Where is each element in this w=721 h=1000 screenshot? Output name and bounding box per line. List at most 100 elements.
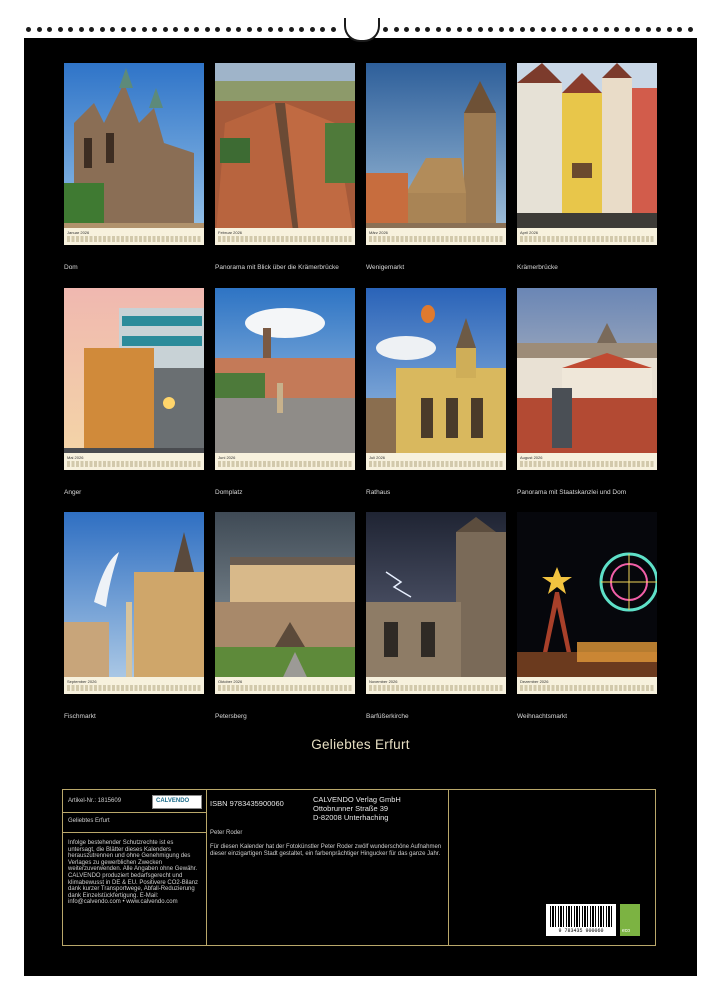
article-number: Artikel-Nr.: 1815609	[68, 798, 122, 804]
publisher-line-3: D-82008 Unterhaching	[313, 813, 389, 822]
calendar-strip: Juli 2026	[366, 453, 506, 470]
binding-hole	[593, 27, 598, 32]
day-grid	[520, 236, 654, 242]
row-divider	[63, 832, 206, 833]
caption-11: Barfüßerkirche	[366, 713, 409, 720]
binding-hole	[299, 27, 304, 32]
calvendo-logo: CALVENDO	[152, 795, 202, 809]
binding-hole	[225, 27, 231, 32]
photo-panorama-staatskanzlei: August 2026	[517, 288, 657, 470]
binding-hole	[425, 27, 430, 32]
binding-hole	[26, 27, 31, 32]
description: Für diesen Kalender hat der Fotokünstler…	[210, 844, 442, 858]
photo-barfuesserkirche: November 2026	[366, 512, 506, 694]
calendar-strip: Juni 2026	[215, 453, 355, 470]
column-divider	[448, 790, 449, 945]
calendar-strip: März 2026	[366, 228, 506, 245]
caption-2: Panorama mit Blick über die Krämerbrücke	[215, 264, 339, 271]
binding-hole	[677, 27, 682, 32]
binding-hole	[236, 27, 241, 32]
binding-hole	[446, 27, 451, 32]
barcode-bars	[550, 906, 612, 927]
month-label: Mai 2026	[67, 455, 84, 460]
month-label: September 2026	[67, 679, 97, 684]
binding-hole	[540, 27, 546, 32]
photo-kraemerbruecke: April 2026	[517, 63, 657, 245]
day-grid	[520, 461, 654, 467]
binding-hole	[141, 27, 147, 32]
caption-8: Panorama mit Staatskanzlei und Dom	[517, 489, 627, 496]
caption-12: Weihnachtsmarkt	[517, 713, 568, 720]
eco-leaf-icon: eco	[620, 904, 640, 936]
binding-hole	[215, 27, 220, 32]
caption-9: Fischmarkt	[64, 713, 96, 720]
binding-hole	[467, 27, 472, 32]
binding-hole	[656, 27, 661, 32]
binding-hole	[530, 27, 535, 32]
caption-5: Anger	[64, 489, 82, 496]
binding-hole	[309, 27, 315, 32]
publisher-line-1: CALVENDO Verlag GmbH	[313, 795, 401, 804]
column-divider	[206, 790, 207, 945]
binding-hole	[257, 27, 262, 32]
binding-hole	[393, 27, 399, 32]
day-grid	[67, 461, 201, 467]
day-grid	[67, 685, 201, 691]
photo-wenigemarkt: März 2026	[366, 63, 506, 245]
calendar-strip: Mai 2026	[64, 453, 204, 470]
binding-hole	[572, 27, 577, 32]
photo-anger: Mai 2026	[64, 288, 204, 470]
caption-1: Dom	[64, 264, 78, 271]
binding-hole	[404, 27, 409, 32]
binding-hole	[78, 27, 84, 32]
barcode: 9 783435 900060	[546, 904, 616, 936]
binding-hole	[194, 27, 199, 32]
short-title: Geliebtes Erfurt	[68, 818, 110, 824]
binding-hole	[288, 27, 294, 32]
calendar-strip: Dezember 2026	[517, 677, 657, 694]
binding-hole	[456, 27, 462, 32]
binding-hole	[152, 27, 157, 32]
binding-hole	[561, 27, 567, 32]
binding-hole	[246, 27, 252, 32]
legal-text: Infolge bestehender Schutzrechte ist es …	[68, 840, 199, 906]
month-label: Oktober 2026	[218, 679, 243, 684]
binding-hole	[414, 27, 420, 32]
binding-hole	[477, 27, 483, 32]
day-grid	[218, 685, 352, 691]
calendar-strip: April 2026	[517, 228, 657, 245]
binding-hole	[666, 27, 672, 32]
month-label: Januar 2026	[67, 230, 90, 235]
binding-hole	[603, 27, 609, 32]
binding-hole	[173, 27, 178, 32]
binding-hole	[183, 27, 189, 32]
calendar-strip: Oktober 2026	[215, 677, 355, 694]
month-label: Juli 2026	[369, 455, 386, 460]
binding-hole	[687, 27, 693, 32]
calendar-strip: Januar 2026	[64, 228, 204, 245]
caption-6: Domplatz	[215, 489, 243, 496]
binding-hole	[36, 27, 42, 32]
binding-hole	[635, 27, 640, 32]
caption-4: Krämerbrücke	[517, 264, 558, 271]
binding-hole	[57, 27, 63, 32]
binding-hole	[383, 27, 388, 32]
month-label: April 2026	[520, 230, 539, 235]
calendar-strip: September 2026	[64, 677, 204, 694]
binding-hole	[204, 27, 210, 32]
binding-hole	[68, 27, 73, 32]
binding-hole	[435, 27, 441, 32]
photo-weihnachtsmarkt: Dezember 2026	[517, 512, 657, 694]
month-label: November 2026	[369, 679, 398, 684]
calendar-title: Geliebtes Erfurt	[311, 737, 410, 752]
calendar-strip: August 2026	[517, 453, 657, 470]
binding-hole	[47, 27, 52, 32]
binding-hole	[614, 27, 619, 32]
caption-3: Wenigemarkt	[366, 264, 405, 271]
day-grid	[520, 685, 654, 691]
binding-hole	[624, 27, 630, 32]
day-grid	[369, 236, 503, 242]
day-grid	[369, 685, 503, 691]
barcode-number: 9 783435 900060	[558, 928, 604, 934]
binding-hole	[267, 27, 273, 32]
